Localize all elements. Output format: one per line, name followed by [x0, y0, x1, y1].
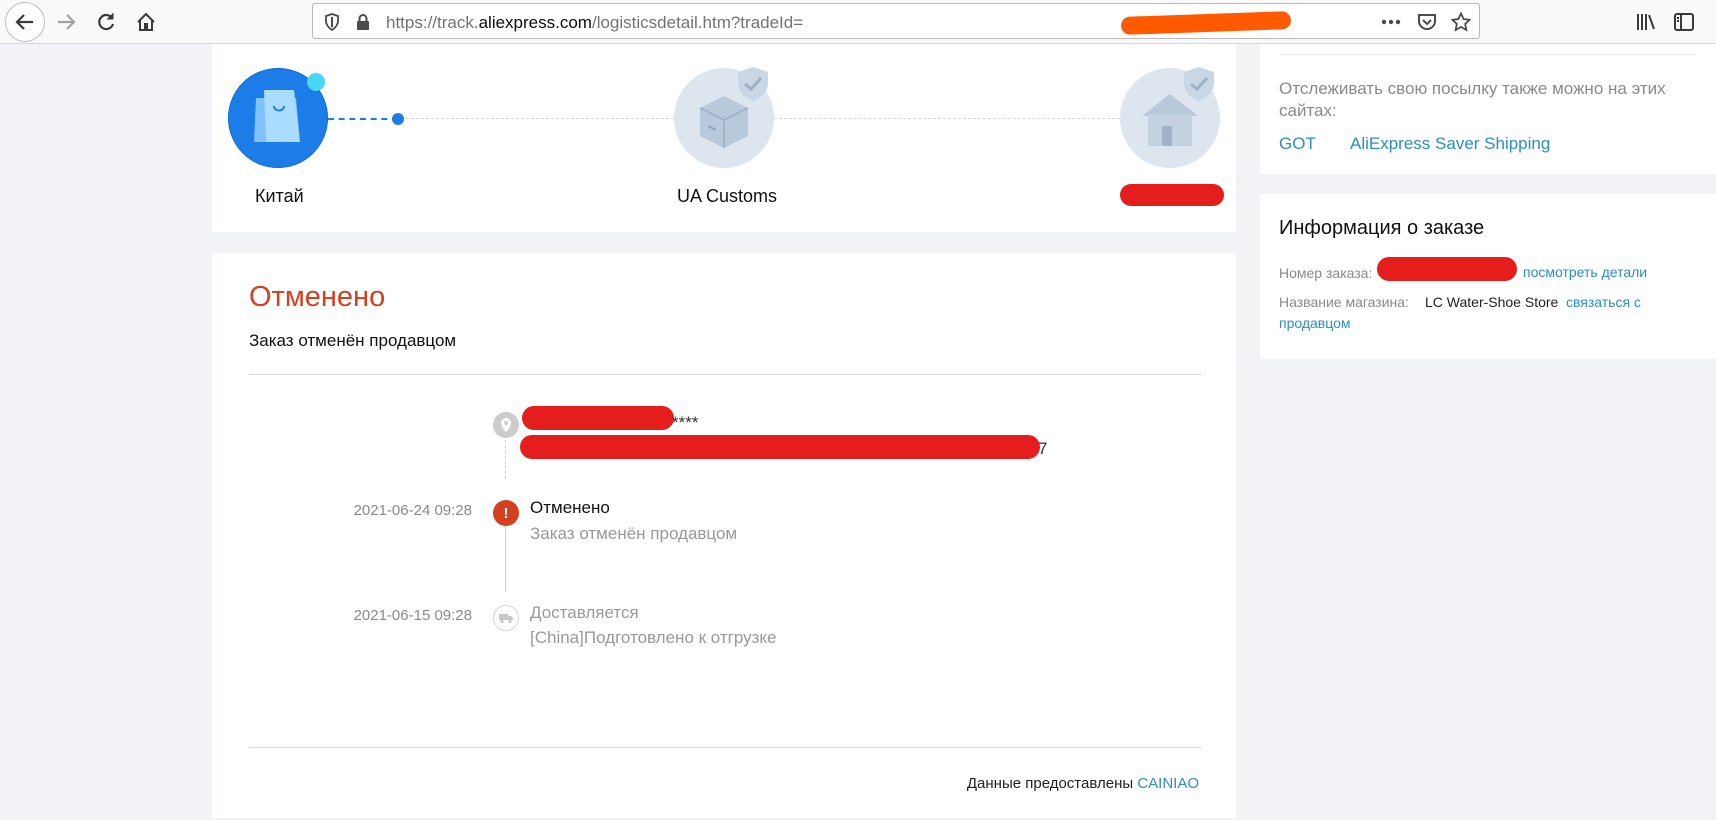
home-button[interactable]: [126, 2, 166, 42]
contact-seller-link[interactable]: связаться с продавцом: [1279, 292, 1659, 334]
check-shield-icon: [738, 67, 768, 101]
check-shield-icon: [1184, 67, 1214, 101]
location-pin-icon: [493, 412, 519, 438]
event-time: 2021-06-24 09:28: [353, 502, 472, 519]
divider: [249, 374, 1201, 375]
timeline-connector: [505, 522, 506, 592]
url-text[interactable]: https://track.aliexpress.com/logisticsde…: [386, 13, 803, 33]
address-line-2: 7: [1038, 439, 1048, 458]
redaction-mark: [1120, 184, 1224, 206]
address-line-1: ****: [672, 413, 699, 432]
tracking-link-aliexpress[interactable]: AliExpress Saver Shipping: [1350, 134, 1550, 154]
bookmark-star-icon[interactable]: [1451, 12, 1471, 32]
status-subtitle: Заказ отменён продавцом: [249, 331, 457, 350]
divider: [1280, 54, 1696, 55]
event-time: 2021-06-15 09:28: [353, 607, 472, 624]
data-provider-label: Данные предоставлены: [966, 775, 1138, 792]
order-info-card: Информация о заказе Номер заказа: посмот…: [1260, 194, 1716, 359]
progress-line-pending: [406, 118, 674, 119]
pocket-icon[interactable]: [1417, 12, 1437, 32]
order-info-title: Информация о заказе: [1279, 217, 1485, 239]
progress-current-dot: [392, 113, 404, 125]
progress-line-pending: [774, 118, 1120, 119]
reload-button[interactable]: [86, 2, 126, 42]
step-destination: [1120, 67, 1220, 168]
event-title: Доставляется: [530, 603, 639, 622]
arrow-right-icon: [58, 14, 76, 30]
status-title: Отменено: [249, 281, 386, 313]
progress-line-done: [328, 118, 398, 120]
lock-icon[interactable]: [353, 12, 373, 32]
redaction-mark: [1377, 257, 1517, 281]
divider: [249, 747, 1201, 748]
step-customs: [674, 67, 774, 168]
view-details-link[interactable]: посмотреть детали: [1523, 264, 1647, 280]
tracking-sites-text: Отслеживать свою посылку также можно на …: [1279, 79, 1666, 120]
shipping-progress-card: Китай UA Customs: [212, 44, 1236, 232]
cainiao-link[interactable]: CAINIAO: [1137, 775, 1199, 792]
event-description: [China]Подготовлено к отгрузке: [530, 628, 777, 647]
truck-icon: [493, 605, 519, 631]
alert-icon: !: [493, 500, 519, 526]
sidebar-icon: [1674, 13, 1694, 31]
arrow-left-icon: [15, 14, 33, 30]
forward-button[interactable]: [46, 2, 86, 42]
shopping-bag-icon: [254, 73, 325, 142]
back-button[interactable]: [5, 2, 45, 42]
sidebar-toggle-button[interactable]: [1664, 2, 1704, 42]
step-label-origin: Китай: [255, 186, 304, 206]
reload-icon: [98, 13, 115, 31]
browser-toolbar: https://track.aliexpress.com/logisticsde…: [0, 0, 1716, 44]
tracking-link-got[interactable]: GOT: [1279, 134, 1316, 154]
redaction-mark: [1120, 11, 1292, 35]
event-description: Заказ отменён продавцом: [530, 524, 738, 543]
redaction-mark: [520, 435, 1040, 459]
order-number-label: Номер заказа:: [1279, 265, 1373, 281]
tracking-sites-card: Отслеживать свою посылку также можно на …: [1260, 44, 1716, 174]
url-bar[interactable]: https://track.aliexpress.com/logisticsde…: [312, 3, 1480, 39]
step-label-customs: UA Customs: [677, 186, 778, 206]
library-button[interactable]: [1626, 2, 1666, 42]
step-origin: [228, 68, 328, 168]
event-title: Отменено: [530, 498, 610, 517]
order-status-card: Отменено Заказ отменён продавцом **** 7 …: [212, 253, 1236, 818]
library-icon: [1637, 14, 1655, 30]
data-provider-note: Данные предоставлены CAINIAO: [967, 775, 1199, 792]
redaction-mark: [522, 406, 674, 430]
home-icon: [137, 12, 155, 31]
more-actions-icon[interactable]: [1381, 12, 1401, 32]
shield-icon[interactable]: [322, 12, 342, 32]
